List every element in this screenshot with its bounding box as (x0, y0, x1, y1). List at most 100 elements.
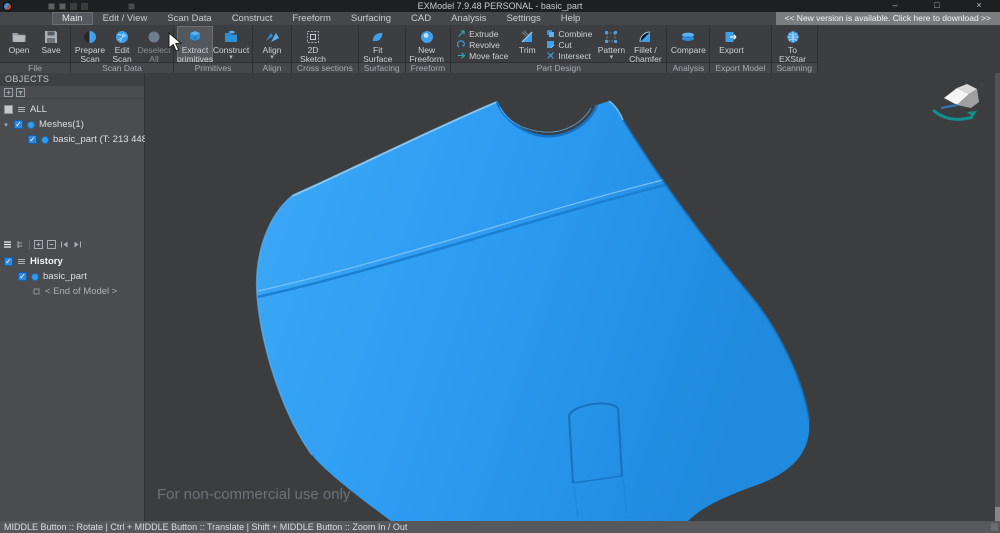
menu-item-surfacing[interactable]: Surfacing (341, 12, 401, 25)
tree-label-basic-part: basic_part (T: 213 448) (53, 134, 150, 145)
tree-view-icon[interactable] (16, 240, 25, 249)
extrude-button[interactable]: Extrude (454, 29, 511, 38)
align-button[interactable]: Align ▾ (256, 26, 288, 62)
ribbon-group-surfacing: Fit Surface Surfacing (359, 25, 406, 73)
resize-grip[interactable] (991, 523, 998, 531)
tree-row-all[interactable]: ALL (0, 102, 144, 117)
export-button[interactable]: Export (713, 26, 749, 62)
trim-button[interactable]: Trim (511, 26, 543, 62)
expand-tree-icon[interactable] (4, 88, 13, 97)
menu-item-edit-view[interactable]: Edit / View (93, 12, 158, 25)
tree-row-basic-part[interactable]: ✓ basic_part (T: 213 448) (0, 132, 144, 147)
end-of-model-row[interactable]: < End of Model > (0, 284, 144, 299)
compare-icon (680, 29, 696, 45)
export-label: Export (719, 46, 744, 55)
export-icon (723, 29, 739, 45)
main-area: OBJECTS ALL ▾ ✓ Meshes(1) ✓ (0, 73, 1000, 521)
model-3d[interactable] (145, 73, 995, 521)
end-of-model-label: < End of Model > (45, 286, 117, 297)
revolve-button[interactable]: Revolve (454, 40, 511, 49)
list-view-icon[interactable] (3, 240, 12, 249)
mesh-group-icon (27, 121, 35, 129)
tree-twisty-icon[interactable]: ▾ (2, 121, 10, 129)
ribbon-group-scanning: To EXStar Hub Scanning (772, 25, 818, 73)
open-button-label: Open (9, 46, 30, 55)
cut-button[interactable]: Cut (543, 40, 595, 49)
deselect-all-button[interactable]: Deselect All (138, 26, 170, 62)
menu-item-freeform[interactable]: Freeform (282, 12, 341, 25)
ribbon-group-label-primitives: Primitives (174, 62, 252, 73)
fit-surface-icon (370, 29, 386, 45)
forward-last-icon[interactable] (73, 240, 82, 249)
extract-primitives-button[interactable]: Extract primitives (177, 26, 213, 62)
rewind-first-icon[interactable] (60, 240, 69, 249)
filter-tree-icon[interactable] (16, 88, 25, 97)
ribbon-group-align: Align ▾ Align (253, 25, 292, 73)
menu-item-scan-data[interactable]: Scan Data (157, 12, 221, 25)
intersect-label: Intersect (558, 51, 591, 61)
menu-item-help[interactable]: Help (551, 12, 591, 25)
menu-item-main[interactable]: Main (52, 12, 93, 25)
expand-all-icon[interactable] (34, 240, 43, 249)
construct-button[interactable]: Construct ▾ (213, 26, 249, 62)
combine-button[interactable]: Combine (543, 29, 595, 38)
ribbon-group-freeform: New Freeform Freeform (406, 25, 451, 73)
save-icon (43, 29, 59, 45)
exstar-hub-icon (785, 29, 801, 45)
prepare-scan-button[interactable]: Prepare Scan (74, 26, 106, 62)
basic-part-checkbox[interactable]: ✓ (28, 135, 37, 144)
menu-item-cad[interactable]: CAD (401, 12, 441, 25)
menu-item-analysis[interactable]: Analysis (441, 12, 496, 25)
ribbon-group-part-design: Extrude Revolve Move face Trim (451, 25, 667, 73)
close-button[interactable]: × (958, 0, 1000, 12)
ribbon-group-scan-data: Prepare Scan Edit Scan Deselect All Scan… (71, 25, 174, 73)
fit-surface-button[interactable]: Fit Surface (362, 26, 394, 62)
open-button[interactable]: Open (3, 26, 35, 62)
history-section: ✓ History ✓ basic_part < End of Model > (0, 236, 144, 299)
edit-scan-icon (114, 29, 130, 45)
history-root-label: History (30, 256, 63, 267)
menu-item-construct[interactable]: Construct (222, 12, 283, 25)
all-checkbox[interactable] (4, 105, 13, 114)
extrude-label: Extrude (469, 29, 498, 39)
tree-label-meshes: Meshes(1) (39, 119, 84, 130)
tree-row-meshes[interactable]: ▾ ✓ Meshes(1) (0, 117, 144, 132)
view-gizmo[interactable]: x (927, 78, 989, 126)
history-basic-part-checkbox[interactable]: ✓ (18, 272, 27, 281)
part-design-column-1: Extrude Revolve Move face (454, 26, 511, 60)
intersect-button[interactable]: Intersect (543, 51, 595, 60)
fillet-chamfer-button[interactable]: Fillet / Chamfer (627, 26, 663, 62)
to-exstar-hub-button[interactable]: To EXStar Hub (775, 26, 811, 62)
collapse-all-icon[interactable] (47, 240, 56, 249)
history-toolbar (0, 237, 144, 251)
menu-item-settings[interactable]: Settings (496, 12, 550, 25)
objects-panel-header: OBJECTS (0, 73, 144, 86)
right-scroll-strip[interactable] (995, 73, 1000, 521)
scroll-thumb[interactable] (995, 507, 1000, 521)
new-freeform-button[interactable]: New Freeform (409, 26, 445, 62)
save-button[interactable]: Save (35, 26, 67, 62)
ribbon-group-analysis: Compare Analysis (667, 25, 710, 73)
mesh-item-icon (41, 136, 49, 144)
update-notice-link[interactable]: << New version is available. Click here … (776, 12, 1000, 25)
compare-button[interactable]: Compare (670, 26, 706, 62)
history-checkbox[interactable]: ✓ (4, 257, 13, 266)
history-basic-part-row[interactable]: ✓ basic_part (0, 269, 144, 284)
ribbon-group-label-file: File (0, 62, 70, 73)
2d-sketch-button[interactable]: 2D Sketch (295, 26, 331, 62)
maximize-button[interactable]: □ (916, 0, 958, 12)
move-face-button[interactable]: Move face (454, 51, 511, 60)
move-face-label: Move face (469, 51, 508, 61)
history-root-row[interactable]: ✓ History (0, 254, 144, 269)
fillet-chamfer-icon (637, 29, 653, 45)
pattern-button[interactable]: Pattern ▾ (595, 26, 627, 62)
edit-scan-button[interactable]: Edit Scan (106, 26, 138, 62)
meshes-checkbox[interactable]: ✓ (14, 120, 23, 129)
model-silhouette[interactable] (257, 101, 810, 521)
ribbon-group-label-scan-data: Scan Data (71, 62, 173, 73)
gizmo-arc-arrowhead (967, 111, 977, 117)
minimize-button[interactable]: – (874, 0, 916, 12)
ribbon-group-label-align: Align (253, 62, 291, 73)
history-mesh-icon (31, 273, 39, 281)
viewport-3d[interactable]: x For non-commercial use only (145, 73, 995, 521)
